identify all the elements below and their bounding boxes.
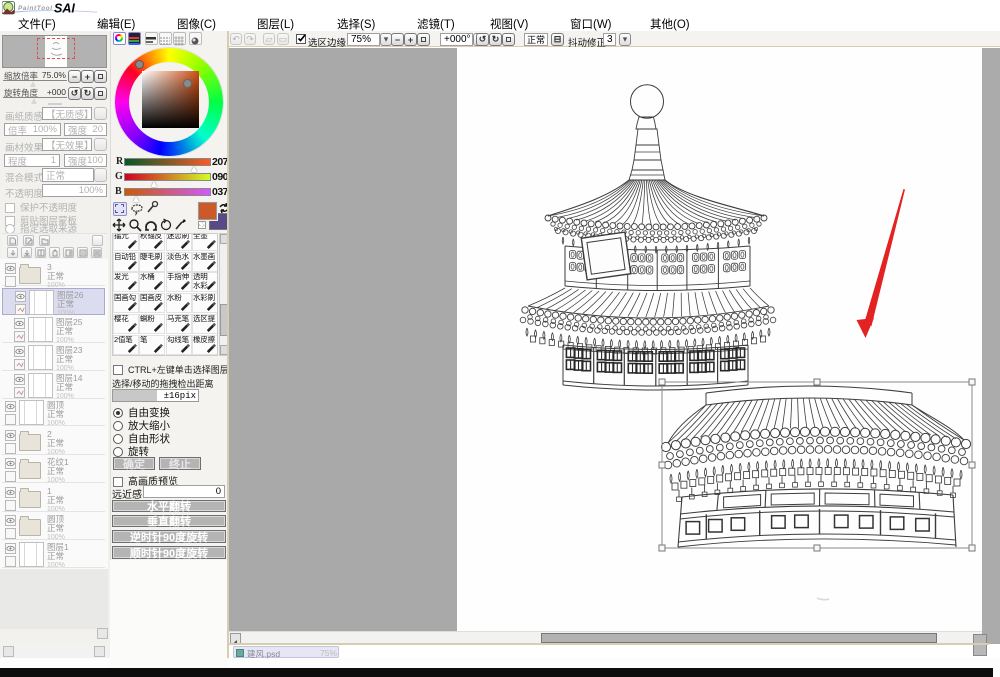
svg-text:SAI: SAI	[54, 2, 75, 16]
svg-text:PaintTool: PaintTool	[18, 5, 53, 12]
